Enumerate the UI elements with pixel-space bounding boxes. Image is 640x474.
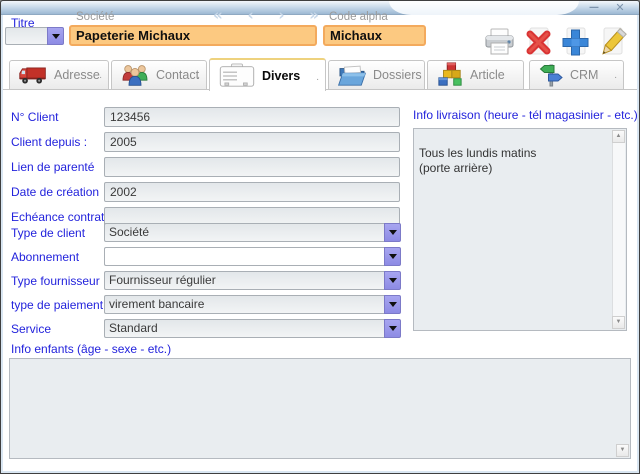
chevron-down-icon — [389, 278, 397, 283]
tab-label: Dossiers — [373, 68, 422, 82]
service-value[interactable]: Standard — [104, 319, 384, 338]
field-label-echeance-contrat: Echéance contrat — [11, 210, 104, 224]
print-button[interactable] — [481, 27, 518, 59]
abonnement-dropdown-button[interactable] — [384, 247, 401, 266]
dropdown-label-type-fournisseur: Type fournisseur — [11, 274, 100, 288]
chevron-down-icon — [389, 326, 397, 331]
type-fournisseur-dropdown-button[interactable] — [384, 271, 401, 290]
info-enfants-label: Info enfants (âge - sexe - etc.) — [11, 342, 171, 356]
info-livraison-label: Info livraison (heure - tél magasinier -… — [413, 108, 638, 122]
tab-marker-dot: . — [614, 70, 617, 81]
type-paiement-dropdown[interactable]: virement bancaire — [104, 295, 401, 314]
edit-button[interactable] — [594, 27, 631, 59]
type-paiement-value[interactable]: virement bancaire — [104, 295, 384, 314]
type-fournisseur-dropdown[interactable]: Fournisseur régulier — [104, 271, 401, 290]
societe-label: Société — [76, 11, 114, 23]
type-fournisseur-value[interactable]: Fournisseur régulier — [104, 271, 384, 290]
close-button[interactable]: ✕ — [611, 1, 629, 14]
service-dropdown-button[interactable] — [384, 319, 401, 338]
info-enfants-textarea[interactable]: ▼ — [9, 358, 631, 459]
folder-icon — [337, 63, 367, 88]
societe-input[interactable]: Papeterie Michaux — [69, 25, 317, 46]
nav-last-button[interactable]: » — [309, 6, 319, 24]
add-button[interactable] — [557, 27, 594, 59]
info-livraison-textarea[interactable]: Tous les lundis matins (porte arrière) ▲… — [413, 128, 627, 331]
people-icon — [120, 63, 150, 87]
field-label-n-client: N° Client — [11, 110, 58, 124]
nav-next-button[interactable]: › — [278, 6, 284, 24]
type-paiement-dropdown-button[interactable] — [384, 295, 401, 314]
tab-marker-dot: . — [99, 70, 102, 81]
scroll-up-button[interactable]: ▲ — [612, 130, 625, 143]
titlebar-swoosh — [389, 1, 579, 15]
tab-label: Article — [470, 68, 505, 82]
field-label-client-depuis: Client depuis : — [11, 135, 87, 149]
chevron-down-icon — [389, 302, 397, 307]
dropdown-label-type-paiement: type de paiement — [11, 298, 103, 312]
nav-first-button[interactable]: « — [213, 6, 223, 24]
tab-contact[interactable]: Contact . — [111, 60, 207, 90]
chevron-down-icon — [389, 254, 397, 259]
delete-icon — [520, 27, 557, 59]
tab-marker-dot: . — [197, 70, 200, 81]
tab-marker-dot: . — [316, 72, 319, 83]
tab-label: Adresse — [54, 68, 100, 82]
dropdown-label-type-client: Type de client — [11, 226, 85, 240]
card-icon — [218, 63, 256, 89]
tab-article[interactable]: Article — [427, 60, 524, 90]
code-alpha-input[interactable]: Michaux — [323, 25, 426, 46]
chevron-down-icon — [52, 34, 60, 39]
delete-button[interactable] — [520, 27, 557, 59]
record-navigation: « ‹ › » — [213, 6, 319, 24]
titre-dropdown[interactable] — [5, 27, 64, 45]
scroll-down-button[interactable]: ▼ — [616, 444, 629, 457]
titre-dropdown-button[interactable] — [47, 27, 64, 45]
add-icon — [557, 27, 594, 59]
client-depuis-field[interactable]: 2005 — [104, 132, 400, 152]
type-client-dropdown-button[interactable] — [384, 223, 401, 242]
service-dropdown[interactable]: Standard — [104, 319, 401, 338]
abonnement-value[interactable] — [104, 247, 384, 266]
cubes-icon — [436, 62, 464, 88]
tab-crm[interactable]: CRM . — [529, 60, 624, 90]
dropdown-label-service: Service — [11, 322, 51, 336]
field-label-lien-parente: Lien de parenté — [11, 160, 94, 174]
chevron-down-icon — [389, 230, 397, 235]
info-livraison-text: Tous les lundis matins (porte arrière) — [419, 146, 536, 175]
tab-label: CRM — [570, 68, 598, 82]
field-label-date-creation: Date de création — [11, 185, 99, 199]
tab-divers[interactable]: Divers . — [209, 58, 326, 91]
signpost-icon — [538, 62, 564, 88]
date-creation-field[interactable]: 2002 — [104, 182, 400, 202]
type-client-value[interactable]: Société — [104, 223, 384, 242]
nav-prev-button[interactable]: ‹ — [247, 6, 253, 24]
scrollbar-track[interactable] — [612, 130, 625, 329]
type-client-dropdown[interactable]: Société — [104, 223, 401, 242]
abonnement-dropdown[interactable] — [104, 247, 401, 266]
scroll-down-button[interactable]: ▼ — [612, 316, 625, 329]
app-window: — ✕ Titre Société Papeterie Michaux « ‹ … — [0, 0, 640, 474]
dropdown-label-abonnement: Abonnement — [11, 250, 79, 264]
tab-dossiers[interactable]: Dossiers — [328, 60, 425, 90]
code-alpha-label: Code alpha — [329, 11, 388, 23]
tab-label: Divers — [262, 69, 300, 83]
lien-parente-field[interactable] — [104, 157, 400, 177]
minimize-button[interactable]: — — [585, 1, 603, 14]
titre-dropdown-value[interactable] — [5, 27, 47, 45]
printer-icon — [481, 27, 518, 59]
tab-label: Contact — [156, 68, 199, 82]
n-client-field[interactable]: 123456 — [104, 107, 400, 127]
edit-icon — [594, 27, 631, 59]
tab-adresse[interactable]: Adresse . — [9, 60, 109, 90]
truck-icon — [18, 64, 48, 86]
